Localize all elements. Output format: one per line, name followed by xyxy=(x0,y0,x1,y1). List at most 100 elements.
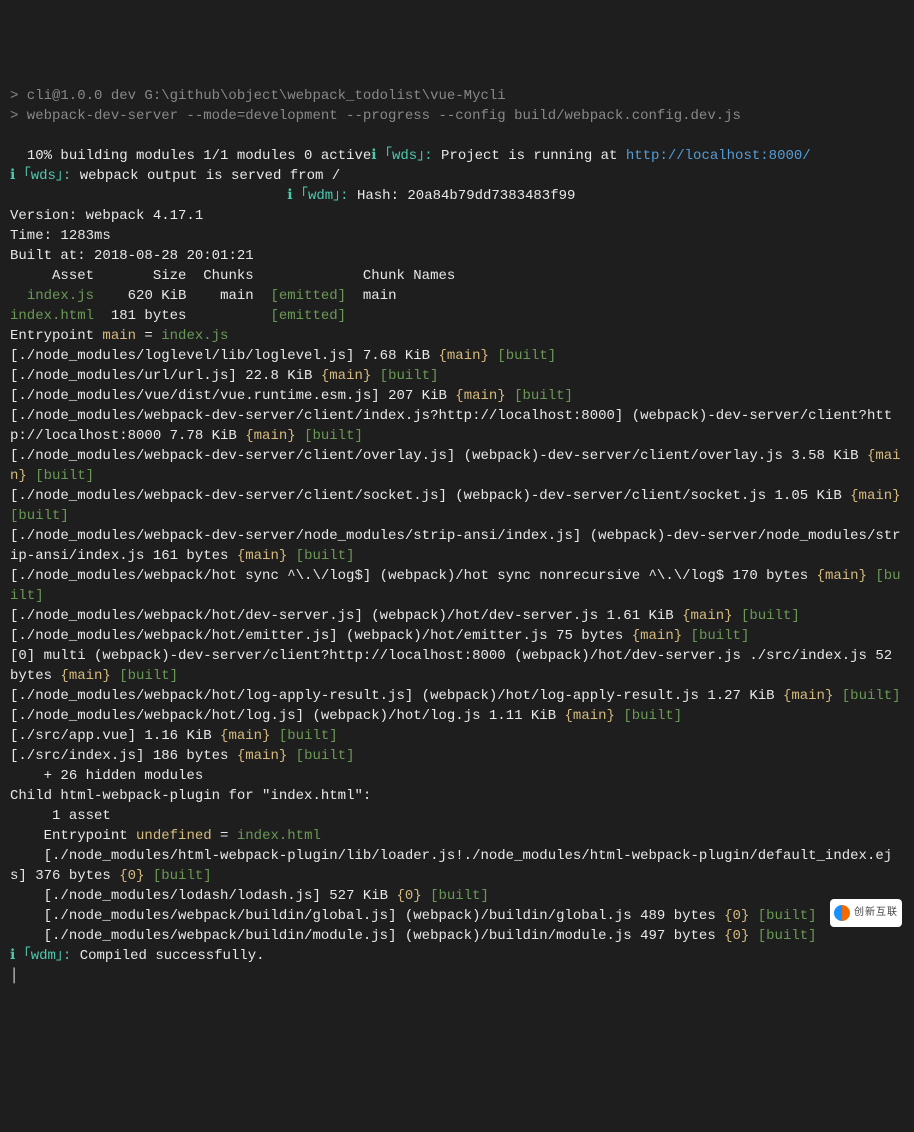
progress: 10% building modules 1/1 modules 0 activ… xyxy=(10,148,371,164)
module-path: [./node_modules/webpack-dev-server/clien… xyxy=(10,448,455,464)
asset-chunk: main xyxy=(220,288,254,304)
prompt-line: > webpack-dev-server --mode=development … xyxy=(10,108,741,124)
module-size: (webpack)-dev-server/client/socket.js 1.… xyxy=(447,488,850,504)
child-asset: 1 asset xyxy=(10,808,111,824)
eq: = xyxy=(212,828,237,844)
module-built: [built] xyxy=(111,668,178,684)
module-path: [./node_modules/webpack-dev-server/node_… xyxy=(10,528,581,544)
module-size: (webpack)/buildin/global.js 489 bytes xyxy=(396,908,724,924)
module-path: [./node_modules/webpack-dev-server/clien… xyxy=(10,408,623,424)
hash: Hash: 20a84b79dd7383483f99 xyxy=(349,188,576,204)
module-chunk: {main} xyxy=(237,548,287,564)
module-size: (webpack)/hot/emitter.js 75 bytes xyxy=(338,628,632,644)
module-built: [built] xyxy=(489,348,556,364)
module-built: [built] xyxy=(144,868,211,884)
module-built: [built] xyxy=(287,748,354,764)
module-path: [./src/index.js] xyxy=(10,748,144,764)
module-path: [./node_modules/url/url.js] xyxy=(10,368,237,384)
module-size: (webpack)/hot sync nonrecursive ^\.\/log… xyxy=(371,568,816,584)
asset-name: index.js xyxy=(10,288,94,304)
chunk-name: main xyxy=(363,288,397,304)
module-path: [./node_modules/webpack/hot sync ^\.\/lo… xyxy=(10,568,371,584)
module-chunk: {main} xyxy=(850,488,900,504)
terminal-output: > cli@1.0.0 dev G:\github\object\webpack… xyxy=(10,86,904,986)
module-built: [built] xyxy=(682,628,749,644)
module-built: [built] xyxy=(615,708,682,724)
module-size: (webpack)/hot/log.js 1.11 KiB xyxy=(304,708,564,724)
module-chunk: {0} xyxy=(724,908,749,924)
module-built: [built] xyxy=(506,388,573,404)
module-path: [0] xyxy=(10,648,44,664)
module-chunk: {main} xyxy=(438,348,488,364)
asset-size: 181 bytes xyxy=(94,308,270,324)
module-path: [./node_modules/webpack/hot/log-apply-re… xyxy=(10,688,413,704)
module-size: 207 KiB xyxy=(380,388,456,404)
wds-tag: ℹ ｢wds｣: xyxy=(371,148,432,164)
version-label: Version: xyxy=(10,208,77,224)
module-built: [built] xyxy=(296,428,363,444)
module-size: 22.8 KiB xyxy=(237,368,321,384)
module-path: [./node_modules/webpack/buildin/global.j… xyxy=(10,908,396,924)
module-path: [./node_modules/loglevel/lib/loglevel.js… xyxy=(10,348,354,364)
module-built: [built] xyxy=(287,548,354,564)
pad xyxy=(10,188,287,204)
slash: / xyxy=(332,168,340,184)
entry-label: Entrypoint xyxy=(10,328,102,344)
module-chunk: {main} xyxy=(632,628,682,644)
module-size: (webpack)/hot/dev-server.js 1.61 KiB xyxy=(363,608,682,624)
wdm-tag: ℹ ｢wdm｣: xyxy=(287,188,348,204)
logo-icon xyxy=(834,905,850,921)
module-chunk: {main} xyxy=(220,728,270,744)
child-label: Child xyxy=(10,788,60,804)
eq: = xyxy=(136,328,161,344)
module-path: [./node_modules/webpack/hot/log.js] xyxy=(10,708,304,724)
wdm-tag: ℹ ｢wdm｣: xyxy=(10,948,71,964)
module-size: 527 KiB xyxy=(321,888,397,904)
module-built: [built] xyxy=(422,888,489,904)
running-at: Project is running at xyxy=(433,148,626,164)
module-size: (webpack)/buildin/module.js 497 bytes xyxy=(396,928,724,944)
module-path: [./node_modules/vue/dist/vue.runtime.esm… xyxy=(10,388,380,404)
module-chunk: {0} xyxy=(724,928,749,944)
module-built: [built] xyxy=(733,608,800,624)
module-path: [./src/app.vue] xyxy=(10,728,136,744)
module-size: 376 bytes xyxy=(27,868,119,884)
module-built: [built] xyxy=(749,928,816,944)
module-built: [built] xyxy=(749,908,816,924)
module-size: 1.16 KiB xyxy=(136,728,220,744)
asset-size: 620 KiB xyxy=(94,288,220,304)
module-chunk: {main} xyxy=(60,668,110,684)
child-name: html-webpack-plugin for "index.html" xyxy=(60,788,362,804)
compiled: Compiled successfully. xyxy=(71,948,264,964)
module-chunk: {main} xyxy=(245,428,295,444)
module-path: [./node_modules/webpack/hot/emitter.js] xyxy=(10,628,338,644)
module-path: [./node_modules/webpack/buildin/module.j… xyxy=(10,928,396,944)
module-chunk: {main} xyxy=(682,608,732,624)
logo-text: 创新互联 xyxy=(854,903,898,923)
module-chunk: {main} xyxy=(237,748,287,764)
module-built: [built] xyxy=(371,368,438,384)
colon: : xyxy=(363,788,371,804)
module-path: [./node_modules/webpack/hot/dev-server.j… xyxy=(10,608,363,624)
module-chunk: {main} xyxy=(783,688,833,704)
module-built: [built] xyxy=(833,688,900,704)
built-label: Built at: xyxy=(10,248,86,264)
child-entry-label: Entrypoint xyxy=(10,828,136,844)
cursor: │ xyxy=(10,968,18,984)
built: 2018-08-28 20:01:21 xyxy=(86,248,254,264)
server-url: http://localhost:8000/ xyxy=(626,148,811,164)
version: webpack 4.17.1 xyxy=(77,208,203,224)
module-path: [./node_modules/lodash/lodash.js] xyxy=(10,888,321,904)
emitted: [emitted] xyxy=(270,308,346,324)
child-entry-file: index.html xyxy=(237,828,321,844)
module-size: 7.68 KiB xyxy=(354,348,438,364)
time-label: Time: xyxy=(10,228,52,244)
emitted: [emitted] xyxy=(254,288,363,304)
asset-name: index.html xyxy=(10,308,94,324)
asset-header: Asset Size Chunks Chunk Names xyxy=(10,268,455,284)
module-size: 186 bytes xyxy=(144,748,236,764)
entry-main: main xyxy=(102,328,136,344)
module-chunk: {main} xyxy=(455,388,505,404)
entry-file: index.js xyxy=(161,328,228,344)
prompt-line: > cli@1.0.0 dev G:\github\object\webpack… xyxy=(10,88,506,104)
